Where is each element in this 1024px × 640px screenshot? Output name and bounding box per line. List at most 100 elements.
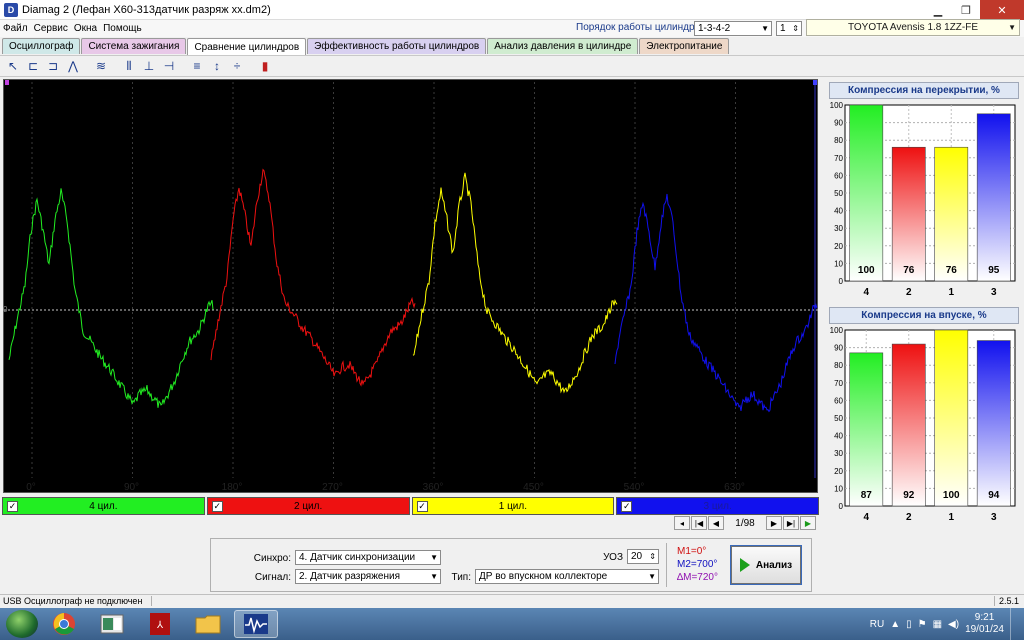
cylinder-strip: ✓ 4 цил. ✓ 2 цил. ✓ 1 цил. ✓ 3 цил. xyxy=(2,497,819,515)
sync-label: Синхро: xyxy=(253,553,291,564)
marker-m2: M2=700° xyxy=(677,559,718,570)
cylinder-label: 4 цил. xyxy=(89,500,118,512)
tab-ignition[interactable]: Система зажигания xyxy=(81,38,187,54)
peak-icon[interactable]: ⋀ xyxy=(64,57,82,75)
cylinder-band-2[interactable]: ✓ 2 цил. xyxy=(206,497,410,515)
sync-select[interactable]: 4. Датчик синхронизации ▼ xyxy=(295,550,441,565)
menu-file[interactable]: Файл xyxy=(0,23,31,34)
first-page-icon[interactable]: |◀ xyxy=(691,516,707,530)
last-page-icon[interactable]: ▶| xyxy=(783,516,799,530)
bar-value-label: 94 xyxy=(988,490,1000,501)
clock[interactable]: 9:21 19/01/24 xyxy=(965,612,1004,636)
tab-cylinder-efficiency[interactable]: Эффективность работы цилиндров xyxy=(307,38,487,54)
chrome-icon[interactable] xyxy=(42,610,86,638)
y-tick-label: 70 xyxy=(834,379,843,388)
menu-windows[interactable]: Окна xyxy=(71,23,100,34)
marker-left-icon[interactable]: ⊏ xyxy=(24,57,42,75)
bar-cylinder-2 xyxy=(891,146,926,282)
volume-icon[interactable]: ◀) xyxy=(948,619,959,630)
version-label: 2.5.1 xyxy=(993,596,1019,606)
y-tick-label: 0 xyxy=(839,277,844,286)
bar-chart-icon[interactable]: ▮ xyxy=(256,57,274,75)
status-bar: USB Осциллограф не подключен 2.5.1 xyxy=(0,594,1024,607)
vehicle-select[interactable]: TOYOTA Avensis 1.8 1ZZ-FE ▼ xyxy=(806,19,1020,36)
marker-m1: M1=0° xyxy=(677,546,707,557)
bar-value-label: 100 xyxy=(943,490,960,501)
maximize-button[interactable]: ❐ xyxy=(952,0,980,20)
cylinder-band-3[interactable]: ✓ 3 цил. xyxy=(616,497,819,515)
play-icon[interactable]: ▶ xyxy=(800,516,816,530)
scroll-left-icon[interactable]: ◂ xyxy=(674,516,690,530)
bar-cylinder-1 xyxy=(934,146,969,282)
uoz-value: 20 xyxy=(631,551,643,562)
scale-icon[interactable]: ↕ xyxy=(208,57,226,75)
bar-value-label: 100 xyxy=(858,265,875,276)
waveform-cylinder-1 xyxy=(8,188,214,408)
marker-m1-handle[interactable] xyxy=(5,80,9,85)
tab-pressure-analysis[interactable]: Анализ давления в цилиндре xyxy=(487,38,639,54)
firing-order-label: Порядок работы цилиндров xyxy=(576,22,706,33)
grid-icon[interactable]: ≡ xyxy=(188,57,206,75)
y-tick-label: 20 xyxy=(834,467,843,476)
oscilloscope-view[interactable] xyxy=(3,79,819,493)
bar-cylinder-2 xyxy=(891,343,926,507)
y-tick-label: 90 xyxy=(834,119,843,128)
tab-cylinder-compare[interactable]: Сравнение цилиндров xyxy=(187,38,307,55)
y-tick-label: 50 xyxy=(834,414,843,423)
pdf-icon[interactable]: ⅄ xyxy=(138,610,182,638)
prev-page-icon[interactable]: ◀ xyxy=(708,516,724,530)
chevron-down-icon: ▼ xyxy=(1008,23,1016,32)
cylinder-band-4[interactable]: ✓ 4 цил. xyxy=(2,497,205,515)
app-icon[interactable] xyxy=(90,610,134,638)
y-tick-label: 80 xyxy=(834,136,843,145)
flag-icon[interactable]: ⚑ xyxy=(918,619,927,630)
zero-level-label: 0 xyxy=(3,305,8,314)
tray-device-icon[interactable]: ▯ xyxy=(906,619,912,630)
sync-icon[interactable]: ⫴ xyxy=(120,57,138,75)
marker-m2-handle[interactable] xyxy=(813,80,817,85)
bar-value-label: 95 xyxy=(988,265,1000,276)
minimize-button[interactable]: ▁ xyxy=(924,0,952,20)
analyze-button[interactable]: Анализ xyxy=(730,545,802,585)
network-icon[interactable]: ▦ xyxy=(933,619,942,630)
category-label: 2 xyxy=(906,287,912,298)
y-tick-label: 90 xyxy=(834,344,843,353)
folder-icon[interactable] xyxy=(186,610,230,638)
cursor-icon[interactable]: ↖ xyxy=(4,57,22,75)
cylinder-band-1[interactable]: ✓ 1 цил. xyxy=(411,497,615,515)
y-tick-label: 60 xyxy=(834,396,843,405)
diamag-icon[interactable] xyxy=(234,610,278,638)
sync-down-icon[interactable]: ⊥ xyxy=(140,57,158,75)
waveform-cylinder-4 xyxy=(614,193,818,413)
chevron-down-icon: ▼ xyxy=(761,24,769,33)
tray-arrow-icon[interactable]: ▲ xyxy=(890,619,900,630)
close-button[interactable]: ✕ xyxy=(980,0,1024,20)
show-desktop-button[interactable] xyxy=(1010,608,1020,640)
tab-oscilloscope[interactable]: Осциллограф xyxy=(2,38,81,54)
channel-icon[interactable]: ≋ xyxy=(92,57,110,75)
center-icon[interactable]: ÷ xyxy=(228,57,246,75)
start-button-icon[interactable] xyxy=(6,610,38,638)
y-tick-label: 100 xyxy=(830,326,844,335)
signal-value: 2. Датчик разряжения xyxy=(299,571,400,582)
sync-level-icon[interactable]: ⊣ xyxy=(160,57,178,75)
marker-right-icon[interactable]: ⊐ xyxy=(44,57,62,75)
menu-help[interactable]: Помощь xyxy=(100,23,145,34)
play-icon xyxy=(739,558,750,572)
svg-text:⅄: ⅄ xyxy=(157,620,164,631)
menu-service[interactable]: Сервис xyxy=(31,23,71,34)
cylinder-index-value: 1 xyxy=(780,23,786,34)
signal-select[interactable]: 2. Датчик разряжения ▼ xyxy=(295,569,441,584)
type-select[interactable]: ДР во впускном коллекторе ▼ xyxy=(475,569,659,584)
waveform-canvas xyxy=(4,80,819,478)
bar-value-label: 92 xyxy=(903,490,915,501)
firing-order-select[interactable]: 1-3-4-2 ▼ xyxy=(694,21,772,36)
language-indicator[interactable]: RU xyxy=(870,619,884,630)
tab-power-supply[interactable]: Электропитание xyxy=(639,38,730,54)
uoz-spinner[interactable]: 20 ⇕ xyxy=(627,549,659,564)
cylinder-index-spinner[interactable]: 1 ⇕ xyxy=(776,21,802,36)
type-value: ДР во впускном коллекторе xyxy=(479,571,608,582)
next-page-icon[interactable]: ▶ xyxy=(766,516,782,530)
x-tick-label: 270° xyxy=(322,482,343,493)
y-tick-label: 40 xyxy=(834,207,843,216)
